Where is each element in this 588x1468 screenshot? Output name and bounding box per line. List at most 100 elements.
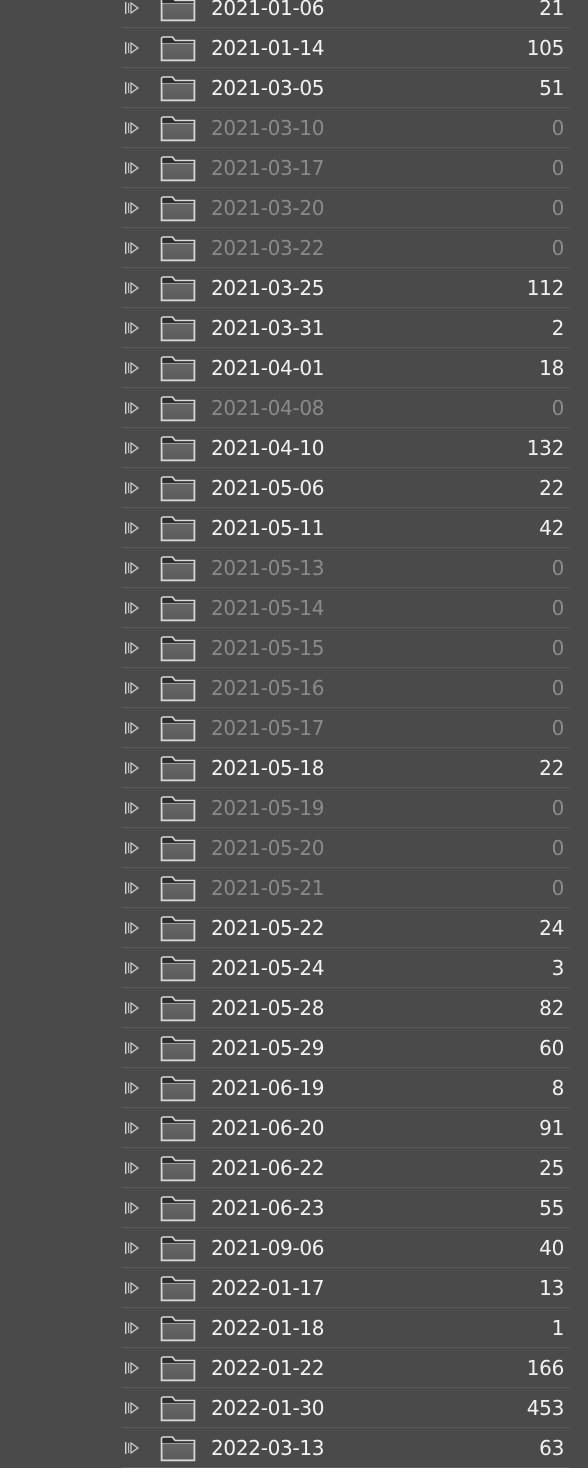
folder-count: 166 — [526, 1356, 565, 1380]
folder-icon — [160, 794, 196, 822]
expand-arrow-icon[interactable] — [124, 721, 140, 735]
expand-arrow-icon[interactable] — [124, 761, 140, 775]
folder-row[interactable]: 2022-01-17 13 — [0, 1268, 588, 1308]
folder-name: 2021-03-31 — [211, 316, 325, 340]
folder-name: 2021-05-17 — [211, 716, 325, 740]
folder-count: 0 — [551, 156, 565, 180]
folder-count: 91 — [539, 1116, 564, 1140]
folder-row[interactable]: 2021-05-28 82 — [0, 988, 588, 1028]
folder-row[interactable]: 2021-05-24 3 — [0, 948, 588, 988]
folder-count: 0 — [551, 396, 565, 420]
expand-arrow-icon[interactable] — [124, 521, 140, 535]
folder-name: 2022-01-22 — [211, 1356, 325, 1380]
expand-arrow-icon[interactable] — [124, 1241, 140, 1255]
expand-arrow-icon[interactable] — [124, 81, 140, 95]
folder-count: 0 — [551, 836, 565, 860]
folder-count: 51 — [539, 76, 564, 100]
expand-arrow-icon[interactable] — [124, 1321, 140, 1335]
expand-arrow-icon[interactable] — [124, 1161, 140, 1175]
folder-count: 0 — [551, 796, 565, 820]
expand-arrow-icon[interactable] — [124, 1081, 140, 1095]
folder-row[interactable]: 2021-05-18 22 — [0, 748, 588, 788]
folder-row[interactable]: 2021-01-14 105 — [0, 28, 588, 68]
folder-icon — [160, 874, 196, 902]
folder-row[interactable]: 2022-01-30 453 — [0, 1388, 588, 1428]
expand-arrow-icon[interactable] — [124, 321, 140, 335]
folder-row[interactable]: 2021-05-20 0 — [0, 828, 588, 868]
expand-arrow-icon[interactable] — [124, 441, 140, 455]
folder-row[interactable]: 2021-06-20 91 — [0, 1108, 588, 1148]
folder-row[interactable]: 2021-04-01 18 — [0, 348, 588, 388]
expand-arrow-icon[interactable] — [124, 561, 140, 575]
expand-arrow-icon[interactable] — [124, 401, 140, 415]
folder-count: 0 — [551, 556, 565, 580]
folder-row[interactable]: 2021-05-11 42 — [0, 508, 588, 548]
expand-arrow-icon[interactable] — [124, 201, 140, 215]
expand-arrow-icon[interactable] — [124, 241, 140, 255]
expand-arrow-icon[interactable] — [124, 161, 140, 175]
folder-icon — [160, 434, 196, 462]
folder-row[interactable]: 2021-03-10 0 — [0, 108, 588, 148]
folder-icon — [160, 234, 196, 262]
folder-row[interactable]: 2021-06-22 25 — [0, 1148, 588, 1188]
folder-row[interactable]: 2021-05-19 0 — [0, 788, 588, 828]
folder-name: 2021-04-10 — [211, 436, 325, 460]
folder-name: 2021-06-23 — [211, 1196, 325, 1220]
folder-row[interactable]: 2021-05-06 22 — [0, 468, 588, 508]
folder-row[interactable]: 2021-03-05 51 — [0, 68, 588, 108]
folder-row[interactable]: 2021-03-25 112 — [0, 268, 588, 308]
folder-row[interactable]: 2021-03-20 0 — [0, 188, 588, 228]
folder-row[interactable]: 2021-05-16 0 — [0, 668, 588, 708]
folder-name: 2021-03-25 — [211, 276, 325, 300]
expand-arrow-icon[interactable] — [124, 481, 140, 495]
folder-row[interactable]: 2021-01-06 21 — [0, 0, 588, 28]
folder-row[interactable]: 2021-09-06 40 — [0, 1228, 588, 1268]
expand-arrow-icon[interactable] — [124, 1001, 140, 1015]
folder-row[interactable]: 2021-05-29 60 — [0, 1028, 588, 1068]
folder-row[interactable]: 2021-05-17 0 — [0, 708, 588, 748]
folder-name: 2021-06-20 — [211, 1116, 325, 1140]
folder-row[interactable]: 2021-05-15 0 — [0, 628, 588, 668]
expand-arrow-icon[interactable] — [124, 1, 140, 15]
folder-row[interactable]: 2021-05-21 0 — [0, 868, 588, 908]
folder-row[interactable]: 2022-01-18 1 — [0, 1308, 588, 1348]
folder-row[interactable]: 2021-05-22 24 — [0, 908, 588, 948]
folder-count: 0 — [551, 196, 565, 220]
folder-row[interactable]: 2022-03-13 63 — [0, 1428, 588, 1468]
expand-arrow-icon[interactable] — [124, 1121, 140, 1135]
expand-arrow-icon[interactable] — [124, 881, 140, 895]
folder-icon — [160, 154, 196, 182]
expand-arrow-icon[interactable] — [124, 1201, 140, 1215]
folder-row[interactable]: 2021-06-19 8 — [0, 1068, 588, 1108]
folder-row[interactable]: 2022-01-22 166 — [0, 1348, 588, 1388]
folder-count: 82 — [539, 996, 564, 1020]
expand-arrow-icon[interactable] — [124, 41, 140, 55]
folder-row[interactable]: 2021-03-22 0 — [0, 228, 588, 268]
folder-row[interactable]: 2021-05-14 0 — [0, 588, 588, 628]
expand-arrow-icon[interactable] — [124, 1361, 140, 1375]
expand-arrow-icon[interactable] — [124, 1401, 140, 1415]
folder-row[interactable]: 2021-03-17 0 — [0, 148, 588, 188]
folder-row[interactable]: 2021-04-08 0 — [0, 388, 588, 428]
expand-arrow-icon[interactable] — [124, 121, 140, 135]
folder-row[interactable]: 2021-05-13 0 — [0, 548, 588, 588]
folder-icon — [160, 754, 196, 782]
folder-row[interactable]: 2021-04-10 132 — [0, 428, 588, 468]
expand-arrow-icon[interactable] — [124, 1041, 140, 1055]
expand-arrow-icon[interactable] — [124, 681, 140, 695]
expand-arrow-icon[interactable] — [124, 641, 140, 655]
expand-arrow-icon[interactable] — [124, 801, 140, 815]
expand-arrow-icon[interactable] — [124, 921, 140, 935]
expand-arrow-icon[interactable] — [124, 841, 140, 855]
folder-row[interactable]: 2021-06-23 55 — [0, 1188, 588, 1228]
expand-arrow-icon[interactable] — [124, 281, 140, 295]
folder-name: 2021-06-22 — [211, 1156, 325, 1180]
expand-arrow-icon[interactable] — [124, 1441, 140, 1455]
folder-row[interactable]: 2021-03-31 2 — [0, 308, 588, 348]
folder-name: 2021-09-06 — [211, 1236, 325, 1260]
expand-arrow-icon[interactable] — [124, 361, 140, 375]
expand-arrow-icon[interactable] — [124, 601, 140, 615]
expand-arrow-icon[interactable] — [124, 1281, 140, 1295]
expand-arrow-icon[interactable] — [124, 961, 140, 975]
folder-count: 1 — [551, 1316, 565, 1340]
